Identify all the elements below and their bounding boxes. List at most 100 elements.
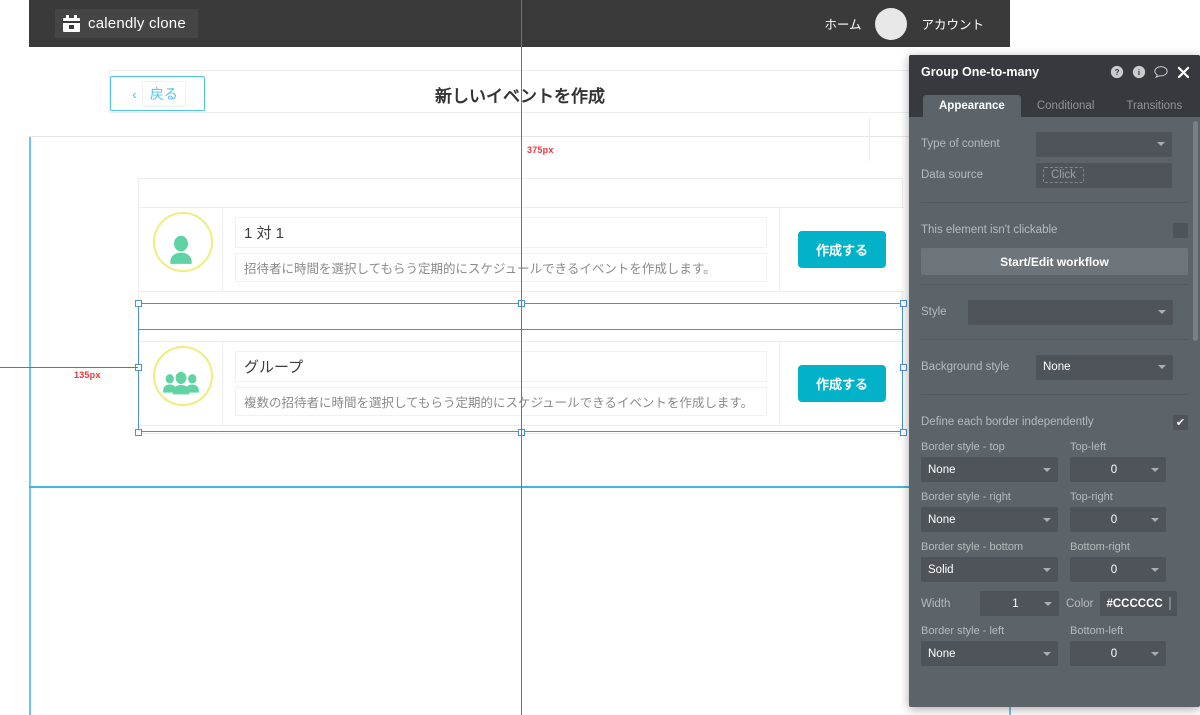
section-content: Type of content Data source Click <box>921 117 1188 203</box>
border-color-field[interactable]: #CCCCCC <box>1100 591 1178 616</box>
card-text: グループ 複数の招待者に時間を選択してもらう定期的にスケジュールできるイベントを… <box>223 351 779 416</box>
section-background: Background style None <box>921 340 1188 395</box>
bottom-right-dropdown[interactable]: 0 <box>1070 557 1166 582</box>
panel-body: Type of content Data source Click This e… <box>909 117 1200 707</box>
chevron-down-icon <box>1044 601 1052 606</box>
create-button[interactable]: 作成する <box>797 231 886 268</box>
data-source-input[interactable]: Click <box>1036 162 1172 188</box>
measure-guide-horizontal <box>0 367 138 368</box>
brand-label: calendly clone <box>88 15 186 32</box>
style-label: Style <box>921 306 947 318</box>
tab-appearance[interactable]: Appearance <box>923 95 1021 117</box>
panel-scrollbar[interactable] <box>1193 121 1198 341</box>
border-left-dropdown[interactable]: None <box>921 641 1058 666</box>
top-left-value: 0 <box>1110 463 1118 476</box>
resize-handle-top-left[interactable] <box>135 300 142 307</box>
resize-handle-middle-right[interactable] <box>900 364 907 371</box>
bottom-left-value: 0 <box>1110 647 1118 660</box>
background-style-value: None <box>1043 361 1071 373</box>
border-right-label: Border style - right <box>921 491 1011 503</box>
resize-handle-bottom-left[interactable] <box>135 429 142 436</box>
card-title: 1 対 1 <box>235 217 767 248</box>
close-icon[interactable] <box>1176 65 1190 79</box>
nav-home-link[interactable]: ホーム <box>824 14 861 33</box>
properties-panel: Group One-to-many ? i Appearance Conditi… <box>909 55 1200 707</box>
color-value: #CCCCCC <box>1106 597 1163 610</box>
panel-title: Group One-to-many <box>921 65 1040 79</box>
calendar-icon <box>63 15 80 32</box>
not-clickable-label: This element isn't clickable <box>921 224 1058 236</box>
border-top-label: Border style - top <box>921 441 1005 453</box>
editor-root: calendly clone ホーム アカウント ‹ 戻る 新しいイベントを作成 <box>0 0 1200 715</box>
start-edit-workflow-button[interactable]: Start/Edit workflow <box>921 248 1188 275</box>
border-left-value: None <box>928 647 956 660</box>
bottom-right-label: Bottom-right <box>1070 541 1130 553</box>
border-bottom-value: Solid <box>928 563 954 576</box>
width-label: Width <box>921 597 951 610</box>
app-bar-nav: ホーム アカウント <box>824 0 984 47</box>
top-right-label: Top-right <box>1070 491 1113 503</box>
row-background-style: Background style None <box>921 354 1188 380</box>
card-title: グループ <box>235 351 767 382</box>
style-dropdown[interactable] <box>968 299 1173 325</box>
not-clickable-checkbox[interactable] <box>1173 222 1188 238</box>
border-row-right: Border style - right None Top-right 0 <box>921 491 1188 532</box>
measure-width-label: 375px <box>527 145 554 155</box>
card-icon-cell <box>139 207 223 292</box>
tab-conditional[interactable]: Conditional <box>1021 95 1111 117</box>
chevron-down-icon <box>1043 651 1051 656</box>
top-left-dropdown[interactable]: 0 <box>1070 457 1166 482</box>
border-top-value: None <box>928 463 956 476</box>
chevron-down-icon <box>1157 142 1165 146</box>
bottom-left-dropdown[interactable]: 0 <box>1070 641 1166 666</box>
chevron-down-icon <box>1151 567 1159 572</box>
info-icon[interactable]: i <box>1132 65 1146 79</box>
color-swatch[interactable] <box>1168 597 1172 610</box>
top-right-dropdown[interactable]: 0 <box>1070 507 1166 532</box>
measure-guide-vertical <box>521 0 522 715</box>
background-style-dropdown[interactable]: None <box>1036 354 1173 380</box>
section-style: Style <box>921 285 1188 340</box>
resize-handle-top-right[interactable] <box>900 300 907 307</box>
chevron-down-icon <box>1043 567 1051 572</box>
single-person-icon <box>159 228 203 272</box>
card-description: 招待者に時間を選択してもらう定期的にスケジュールできるイベントを作成します。 <box>235 253 767 282</box>
define-borders-label: Define each border independently <box>921 416 1094 428</box>
border-width-color-row: Width 1 Color #CCCCCC <box>921 591 1188 616</box>
chevron-down-icon <box>1151 467 1159 472</box>
type-of-content-dropdown[interactable] <box>1036 131 1172 157</box>
define-borders-checkbox[interactable] <box>1173 414 1188 430</box>
width-value: 1 <box>1012 597 1019 610</box>
border-bottom-dropdown[interactable]: Solid <box>921 557 1058 582</box>
card-button-cell: 作成する <box>779 207 904 292</box>
resize-handle-bottom-right[interactable] <box>900 429 907 436</box>
back-button[interactable]: ‹ 戻る <box>110 76 205 111</box>
card-text: 1 対 1 招待者に時間を選択してもらう定期的にスケジュールできるイベントを作成… <box>223 217 779 282</box>
section-borders: Define each border independently Border … <box>921 395 1188 675</box>
svg-text:?: ? <box>1115 68 1120 77</box>
top-left-label: Top-left <box>1070 441 1107 453</box>
width-dropdown[interactable]: 1 <box>980 591 1059 616</box>
card-description: 複数の招待者に時間を選択してもらう定期的にスケジュールできるイベントを作成します… <box>235 387 767 416</box>
bottom-left-label: Bottom-left <box>1070 625 1124 637</box>
data-source-placeholder: Click <box>1043 167 1084 183</box>
comment-icon[interactable] <box>1154 65 1168 79</box>
card-icon-cell <box>139 341 223 426</box>
border-row-left: Border style - left None Bottom-left 0 <box>921 625 1188 666</box>
tab-transitions[interactable]: Transitions <box>1110 95 1198 117</box>
avatar[interactable] <box>875 7 908 40</box>
page-title: 新しいイベントを作成 <box>435 87 605 106</box>
border-right-dropdown[interactable]: None <box>921 507 1058 532</box>
bottom-right-value: 0 <box>1110 563 1118 576</box>
chevron-down-icon <box>1043 467 1051 472</box>
row-define-borders: Define each border independently <box>921 409 1188 435</box>
data-source-label: Data source <box>921 169 984 181</box>
background-style-label: Background style <box>921 361 1010 373</box>
chevron-down-icon <box>1151 651 1159 656</box>
border-top-dropdown[interactable]: None <box>921 457 1058 482</box>
nav-account-link[interactable]: アカウント <box>921 14 984 33</box>
help-icon[interactable]: ? <box>1110 65 1124 79</box>
brand[interactable]: calendly clone <box>55 9 198 38</box>
create-button[interactable]: 作成する <box>797 365 886 402</box>
chevron-left-icon: ‹ <box>132 85 137 102</box>
